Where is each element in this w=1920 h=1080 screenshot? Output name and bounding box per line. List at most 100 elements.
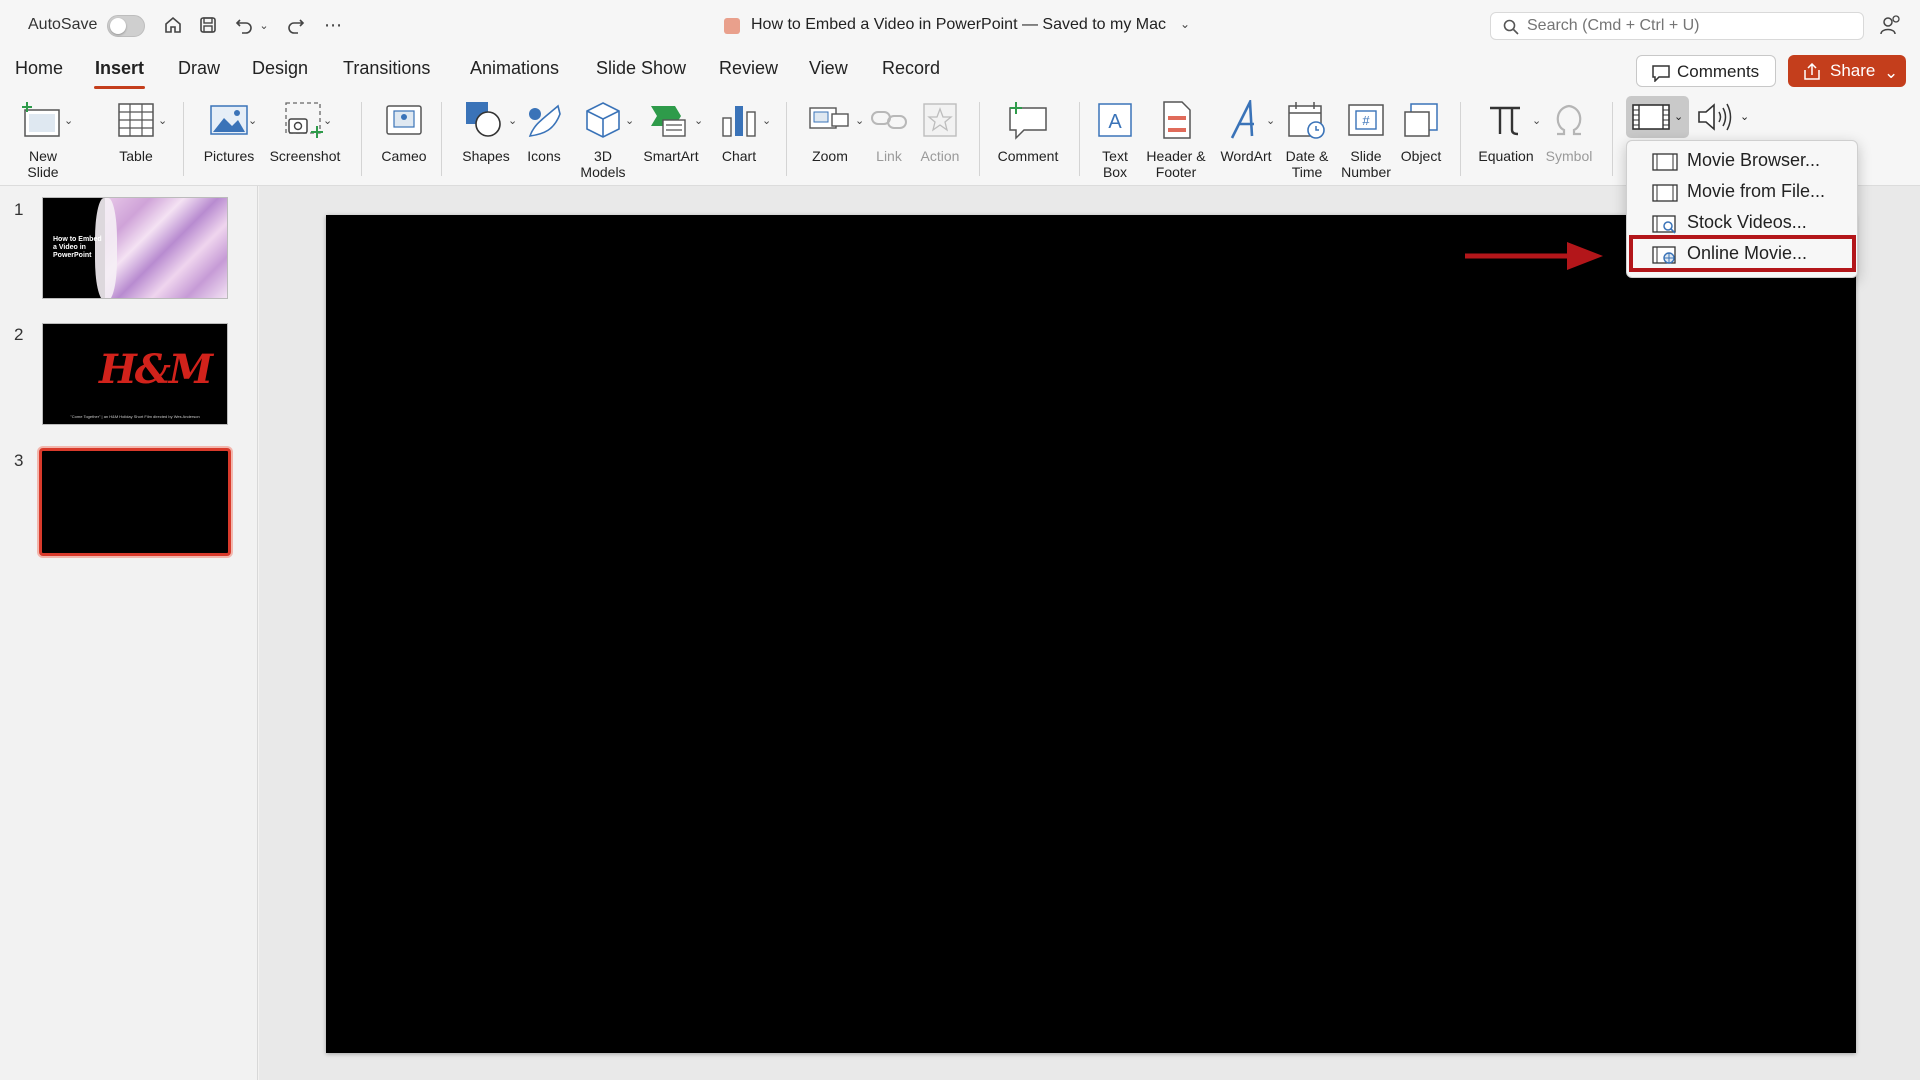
calendar-clock-icon xyxy=(1288,102,1325,139)
comment-label: Comment xyxy=(997,148,1059,164)
new-slide-dropdown-icon[interactable]: ⌄ xyxy=(64,114,73,127)
menu-label: Stock Videos... xyxy=(1687,212,1807,232)
slide-thumbnail-2[interactable]: H&M "Come Together" | an H&M Holiday Sho… xyxy=(42,323,228,425)
tab-review[interactable]: Review xyxy=(719,58,778,79)
text-box-icon: A xyxy=(1098,103,1132,137)
cameo-button[interactable]: Cameo xyxy=(378,98,430,182)
menu-item-movie-browser[interactable]: Movie Browser... xyxy=(1631,146,1853,176)
pictures-label: Pictures xyxy=(203,148,255,164)
video-dropdown-icon[interactable]: ⌄ xyxy=(1674,110,1683,123)
icons-icon xyxy=(528,104,561,137)
save-icon[interactable] xyxy=(195,12,221,38)
search-box[interactable] xyxy=(1490,12,1864,40)
marble-image xyxy=(95,198,227,298)
zoom-button[interactable]: ⌄ Zoom xyxy=(803,98,864,182)
document-title[interactable]: How to Embed a Video in PowerPoint — Sav… xyxy=(751,16,1166,34)
pi-equation-icon xyxy=(1490,106,1520,136)
slide-number-button[interactable]: # Slide Number xyxy=(1341,98,1391,182)
menu-item-movie-from-file[interactable]: Movie from File... xyxy=(1631,177,1853,207)
shapes-button[interactable]: ⌄ Shapes xyxy=(458,98,517,182)
table-dropdown-icon[interactable]: ⌄ xyxy=(158,114,167,127)
comments-label: Comments xyxy=(1677,62,1760,81)
table-label: Table xyxy=(119,148,153,164)
share-people-icon[interactable] xyxy=(1880,14,1902,36)
zoom-label: Zoom xyxy=(812,148,848,164)
text-box-button[interactable]: A Text Box xyxy=(1094,98,1136,182)
3d-models-dropdown-icon[interactable]: ⌄ xyxy=(625,114,634,127)
svg-text:#: # xyxy=(1362,113,1370,128)
chart-dropdown-icon[interactable]: ⌄ xyxy=(762,114,771,127)
share-chevron-icon[interactable]: ⌄ xyxy=(1884,63,1898,83)
link-button[interactable]: Link xyxy=(868,98,910,182)
comment-button[interactable]: Comment xyxy=(996,98,1060,182)
ribbon-tabs: Home Insert Draw Design Transitions Anim… xyxy=(0,52,1920,94)
tab-slide-show[interactable]: Slide Show xyxy=(596,58,686,79)
menu-label: Movie Browser... xyxy=(1687,150,1821,170)
equation-dropdown-icon[interactable]: ⌄ xyxy=(1532,114,1541,127)
omega-symbol-icon xyxy=(1556,104,1582,136)
redo-icon[interactable] xyxy=(283,12,309,38)
wordart-dropdown-icon[interactable]: ⌄ xyxy=(1266,114,1275,127)
shapes-dropdown-icon[interactable]: ⌄ xyxy=(508,114,517,127)
smartart-label: SmartArt xyxy=(643,148,699,164)
zoom-dropdown-icon[interactable]: ⌄ xyxy=(855,114,864,127)
equation-button[interactable]: ⌄ Equation xyxy=(1476,98,1541,182)
table-button[interactable]: ⌄ Table xyxy=(108,98,167,182)
object-button[interactable]: Object xyxy=(1398,98,1444,182)
tab-animations[interactable]: Animations xyxy=(470,58,559,79)
action-button[interactable]: Action xyxy=(918,98,962,182)
3d-models-button[interactable]: ⌄ 3D Models xyxy=(577,98,634,182)
cameo-icon xyxy=(386,105,422,135)
current-slide-canvas[interactable] xyxy=(326,215,1856,1053)
tab-insert[interactable]: Insert xyxy=(93,58,146,89)
header-footer-label: Header & Footer xyxy=(1146,148,1206,180)
slide-thumbnail-3-selected[interactable] xyxy=(39,448,231,556)
new-slide-button[interactable]: ⌄ New Slide xyxy=(14,98,73,182)
tab-home[interactable]: Home xyxy=(15,58,63,79)
chart-button[interactable]: ⌄ Chart xyxy=(712,98,771,182)
search-icon xyxy=(1503,19,1519,35)
cube-icon xyxy=(586,102,620,138)
screenshot-dropdown-icon[interactable]: ⌄ xyxy=(323,114,332,127)
search-input[interactable] xyxy=(1527,16,1847,36)
menu-label: Movie from File... xyxy=(1687,181,1826,201)
audio-dropdown-icon[interactable]: ⌄ xyxy=(1740,110,1749,123)
tab-transitions[interactable]: Transitions xyxy=(343,58,430,79)
pictures-dropdown-icon[interactable]: ⌄ xyxy=(248,114,257,127)
tab-record[interactable]: Record xyxy=(882,58,940,79)
svg-text:A: A xyxy=(1108,111,1122,133)
ribbon-separator xyxy=(1460,102,1461,176)
video-button[interactable]: ⌄ xyxy=(1626,96,1689,138)
ribbon-separator xyxy=(1612,102,1613,176)
tab-design[interactable]: Design xyxy=(252,58,308,79)
slide-thumbnail-1[interactable]: How to Embed a Video in PowerPoint xyxy=(42,197,228,299)
pictures-button[interactable]: ⌄ Pictures xyxy=(200,98,258,182)
smartart-dropdown-icon[interactable]: ⌄ xyxy=(694,114,703,127)
ribbon-separator xyxy=(1079,102,1080,176)
header-footer-button[interactable]: Header & Footer xyxy=(1146,98,1206,182)
title-chevron-icon[interactable]: ⌄ xyxy=(1180,17,1190,31)
date-time-button[interactable]: Date & Time xyxy=(1285,98,1329,182)
undo-dropdown-icon[interactable]: ⌄ xyxy=(257,12,271,38)
wordart-button[interactable]: ⌄ WordArt xyxy=(1218,98,1275,182)
menu-item-stock-videos[interactable]: Stock Videos... xyxy=(1631,208,1853,238)
smartart-button[interactable]: ⌄ SmartArt xyxy=(640,98,703,182)
zoom-icon xyxy=(809,107,849,129)
ribbon-separator xyxy=(183,102,184,176)
symbol-button[interactable]: Symbol xyxy=(1546,98,1592,182)
comments-button[interactable]: Comments xyxy=(1636,55,1776,87)
shapes-icon xyxy=(466,102,501,137)
audio-button[interactable]: ⌄ xyxy=(1696,96,1756,138)
share-button[interactable]: Share ⌄ xyxy=(1788,55,1906,87)
autosave-toggle[interactable] xyxy=(107,15,145,37)
home-icon[interactable] xyxy=(160,12,186,38)
tab-view[interactable]: View xyxy=(809,58,848,79)
undo-icon[interactable] xyxy=(231,12,257,38)
powerpoint-window: AutoSave ⌄ ⋯ How to Embed a Video in Pow… xyxy=(0,0,1920,1080)
screenshot-button[interactable]: ⌄ Screenshot xyxy=(270,98,340,182)
more-commands-icon[interactable]: ⋯ xyxy=(320,12,346,38)
cameo-label: Cameo xyxy=(381,148,427,164)
tab-draw[interactable]: Draw xyxy=(178,58,220,79)
icons-button[interactable]: Icons xyxy=(523,98,565,182)
slide-thumbnail-panel: 1 How to Embed a Video in PowerPoint 2 H… xyxy=(0,186,258,1080)
